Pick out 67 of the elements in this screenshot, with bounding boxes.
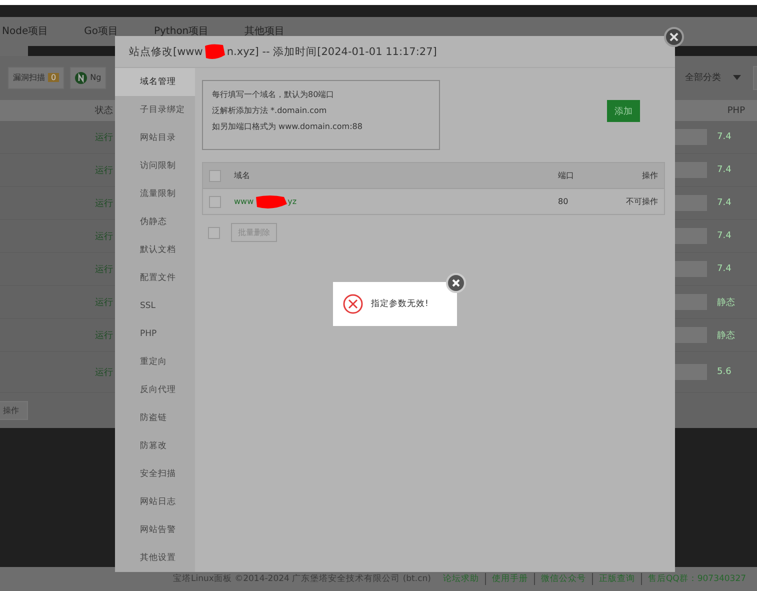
table-cell <box>672 195 707 212</box>
redaction-mark <box>202 42 227 60</box>
php-version[interactable]: 5.6 <box>707 367 757 378</box>
menu-item[interactable]: 子目录绑定 <box>115 96 195 124</box>
placeholder-text: 如另加端口格式为 www.domain.com:88 <box>212 121 362 133</box>
menu-item[interactable]: PHP <box>115 320 195 348</box>
placeholder-text: 泛解析添加方法 *.domain.com <box>212 105 327 117</box>
error-icon <box>343 294 363 314</box>
nav-tab[interactable]: Python项目 <box>154 24 209 38</box>
nav-tab[interactable]: Go项目 <box>84 24 118 38</box>
menu-item[interactable]: 安全扫描 <box>115 460 195 488</box>
table-cell <box>672 327 707 344</box>
menu-item[interactable]: 网站告警 <box>115 516 195 544</box>
menu-item[interactable]: 其他设置 <box>115 544 195 572</box>
nav-tab[interactable]: Node项目 <box>2 24 48 38</box>
menu-item[interactable]: 网站目录 <box>115 124 195 152</box>
table-cell <box>672 162 707 178</box>
n-logo-icon <box>75 72 88 84</box>
menu-item[interactable]: 访问限制 <box>115 152 195 180</box>
table-cell <box>672 228 707 244</box>
php-version[interactable]: 7.4 <box>707 198 757 208</box>
table-cell <box>672 261 707 278</box>
column-header: 操作 <box>641 170 658 181</box>
column-header: 域名 <box>234 170 251 181</box>
menu-item[interactable]: 防盗链 <box>115 404 195 432</box>
table-cell <box>672 294 707 310</box>
column-header: PHP <box>727 106 745 116</box>
count-badge: 0 <box>48 73 60 82</box>
placeholder-text: 每行填写一个域名，默认为80端口 <box>212 89 334 101</box>
domain-input[interactable]: 每行填写一个域名，默认为80端口 泛解析添加方法 *.domain.com 如另加端口格式为 www.domain.com:88 <box>202 80 440 150</box>
table-cell-text: 80 <box>558 197 570 206</box>
table-cell-text: 不可操作 <box>625 196 658 207</box>
checkbox[interactable] <box>209 196 221 208</box>
dialog-title: 站点修改[www <box>129 44 203 58</box>
column-header: 状态 <box>95 104 113 118</box>
column-header: 端口 <box>558 170 575 181</box>
php-version[interactable]: 7.4 <box>707 264 757 274</box>
add-button[interactable]: 添加 <box>607 100 640 122</box>
nav-tab[interactable]: 其他项目 <box>244 24 285 38</box>
php-version[interactable]: 静态 <box>707 296 757 309</box>
action-button[interactable]: 操作 <box>0 401 28 420</box>
menu-item[interactable]: 配置文件 <box>115 264 195 292</box>
table-cell <box>672 364 707 380</box>
php-version[interactable]: 静态 <box>707 328 757 342</box>
menu-item[interactable]: 重定向 <box>115 348 195 376</box>
checkbox[interactable] <box>209 170 221 182</box>
table-cell <box>672 129 707 146</box>
php-version[interactable]: 7.4 <box>707 132 757 142</box>
checkbox[interactable] <box>208 226 220 238</box>
menu-item[interactable]: SSL <box>115 292 195 320</box>
menu-item[interactable]: 伪静态 <box>115 208 195 236</box>
domain-link[interactable]: www <box>234 197 254 206</box>
menu-item[interactable]: 默认文档 <box>115 236 195 264</box>
nginx-button[interactable]: Ng <box>70 66 106 89</box>
menu-item[interactable]: 网站日志 <box>115 488 195 516</box>
menu-item[interactable]: 域名管理 <box>115 68 195 96</box>
dialog-title: n.xyz] -- 添加时间[2024-01-01 11:17:27] <box>226 44 437 58</box>
menu-item[interactable]: 防篡改 <box>115 432 195 460</box>
php-version[interactable]: 7.4 <box>707 231 757 242</box>
menu-item[interactable]: 流量限制 <box>115 180 195 208</box>
domain-link[interactable]: yz <box>288 197 297 206</box>
php-version[interactable]: 7.4 <box>707 165 757 176</box>
scan-button[interactable]: 漏洞扫描 0 <box>8 66 64 89</box>
caret-icon <box>733 75 741 80</box>
menu-item[interactable]: 反向代理 <box>115 376 195 404</box>
redaction-mark <box>254 194 288 210</box>
toast-message: 指定参数无效! <box>371 298 428 310</box>
